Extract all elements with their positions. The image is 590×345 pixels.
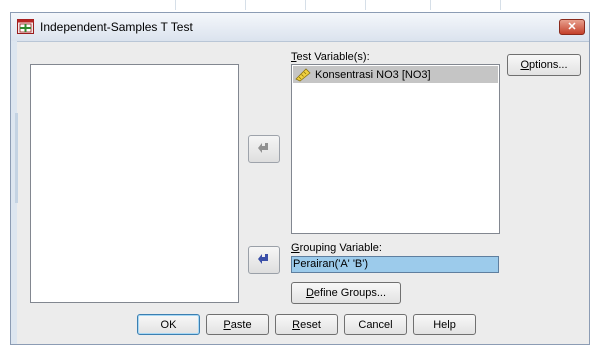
ok-button[interactable]: OK [137, 314, 200, 335]
arrow-left-icon [258, 143, 268, 153]
independent-samples-t-test-dialog: Independent-Samples T Test ✕ Test Variab… [10, 12, 590, 345]
list-item-label: Konsentrasi NO3 [NO3] [315, 68, 431, 81]
background-divider [365, 0, 366, 10]
source-variable-list[interactable] [30, 64, 239, 303]
list-item[interactable]: Konsentrasi NO3 [NO3] [293, 66, 498, 83]
paste-button[interactable]: Paste [206, 314, 269, 335]
test-variables-label: Test Variable(s): [291, 51, 370, 63]
move-to-grouping-variable-button[interactable] [248, 246, 280, 274]
move-to-test-variables-button[interactable] [248, 135, 280, 163]
help-button[interactable]: Help [413, 314, 476, 335]
title-bar[interactable]: Independent-Samples T Test ✕ [11, 13, 589, 42]
dialog-left-edge-accent [15, 113, 18, 203]
background-strip [0, 0, 590, 12]
ruler-icon [295, 67, 311, 81]
grouping-variable-label: Grouping Variable: [291, 242, 382, 254]
reset-button[interactable]: Reset [275, 314, 338, 335]
background-divider [430, 0, 431, 10]
close-icon: ✕ [567, 21, 577, 33]
background-divider [500, 0, 501, 10]
background-divider [305, 0, 306, 10]
define-groups-button[interactable]: Define Groups... [291, 282, 401, 304]
options-button[interactable]: Options... [507, 54, 581, 76]
background-divider [245, 0, 246, 10]
background-divider [175, 0, 176, 10]
grouping-variable-field[interactable]: Perairan('A' 'B') [291, 256, 499, 273]
test-variables-list[interactable]: Konsentrasi NO3 [NO3] [291, 64, 500, 234]
arrow-left-icon [258, 254, 268, 264]
cancel-button[interactable]: Cancel [344, 314, 407, 335]
dialog-title: Independent-Samples T Test [40, 20, 193, 34]
spss-app-icon [17, 19, 34, 34]
close-button[interactable]: ✕ [559, 19, 585, 35]
